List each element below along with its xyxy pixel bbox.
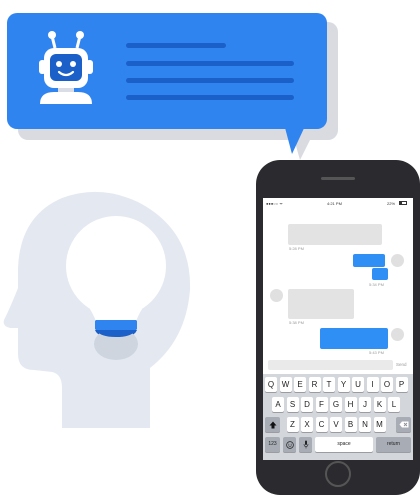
key-a[interactable]: A (272, 397, 284, 412)
key-l[interactable]: L (388, 397, 400, 412)
key-m[interactable]: M (373, 417, 386, 432)
status-bar: ●●●○○ ᯤ 4:21 PM 22% (263, 198, 413, 208)
space-key[interactable]: space (315, 437, 373, 452)
key-q[interactable]: Q (265, 377, 277, 392)
key-e[interactable]: E (294, 377, 306, 392)
battery-percent: 22% (387, 201, 396, 206)
text-line-1 (126, 43, 226, 48)
emoji-key[interactable] (283, 437, 296, 452)
key-z[interactable]: Z (286, 417, 299, 432)
key-n[interactable]: N (359, 417, 371, 432)
key-i[interactable]: I (366, 377, 379, 392)
message-bubble-outgoing (372, 268, 388, 280)
status-time: 4:21 PM (327, 201, 342, 206)
text-line-2 (126, 61, 294, 66)
phone-screen: ●●●○○ ᯤ 4:21 PM 22% 5:28 PM 5:34 PM 5:38… (263, 198, 413, 460)
head-lightbulb-icon (3, 191, 191, 428)
key-g[interactable]: G (330, 397, 342, 412)
avatar-icon (391, 328, 404, 341)
text-line-4 (126, 95, 294, 100)
return-key[interactable]: return (376, 437, 411, 452)
message-timestamp: 5:34 PM (369, 282, 384, 287)
home-button[interactable] (325, 461, 351, 487)
send-button[interactable]: Send (396, 362, 407, 367)
on-screen-keyboard: Q W E R T Y U I O P A S D F G H J K L Z … (263, 374, 413, 460)
text-line-3 (126, 78, 294, 83)
key-r[interactable]: R (308, 377, 321, 392)
backspace-key[interactable] (396, 417, 411, 432)
key-c[interactable]: C (315, 417, 328, 432)
backspace-icon (399, 421, 408, 428)
message-timestamp: 5:43 PM (369, 350, 384, 355)
key-h[interactable]: H (344, 397, 357, 412)
numbers-key[interactable]: 123 (265, 437, 280, 452)
emoji-icon (285, 440, 294, 449)
key-u[interactable]: U (352, 377, 364, 392)
key-b[interactable]: B (344, 417, 357, 432)
phone-speaker (321, 177, 355, 180)
message-bubble-outgoing (320, 328, 388, 349)
message-input[interactable] (268, 360, 393, 370)
key-s[interactable]: S (286, 397, 299, 412)
key-t[interactable]: T (323, 377, 335, 392)
message-bubble-incoming (288, 289, 354, 319)
message-composer: Send (263, 358, 413, 372)
key-d[interactable]: D (301, 397, 313, 412)
message-bubble-outgoing (353, 254, 385, 267)
key-p[interactable]: P (395, 377, 408, 392)
key-y[interactable]: Y (337, 377, 350, 392)
robot-icon (39, 31, 93, 104)
shift-arrow-icon (269, 421, 276, 428)
microphone-key[interactable] (299, 437, 312, 452)
key-w[interactable]: W (279, 377, 292, 392)
message-timestamp: 5:38 PM (289, 320, 304, 325)
signal-indicator: ●●●○○ ᯤ (266, 201, 283, 206)
battery-icon (399, 201, 407, 205)
key-o[interactable]: O (381, 377, 393, 392)
message-bubble-incoming (288, 224, 382, 245)
avatar-icon (270, 289, 283, 302)
message-timestamp: 5:28 PM (289, 246, 304, 251)
key-k[interactable]: K (373, 397, 386, 412)
key-v[interactable]: V (330, 417, 342, 432)
key-j[interactable]: J (359, 397, 371, 412)
microphone-icon (303, 440, 308, 449)
shift-key[interactable] (265, 417, 280, 432)
key-f[interactable]: F (315, 397, 328, 412)
key-x[interactable]: X (301, 417, 313, 432)
speech-bubble-tail (284, 124, 306, 154)
avatar-icon (391, 254, 404, 267)
